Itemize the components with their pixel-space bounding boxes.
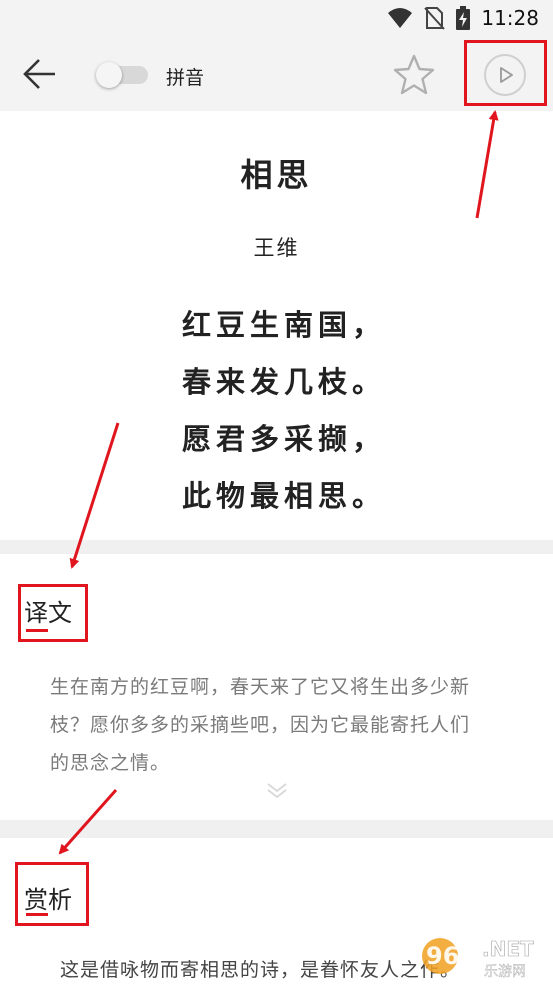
poem-line: 红豆生南国， <box>182 308 387 342</box>
poem-line: 此物最相思。 <box>182 479 387 513</box>
poem-line: 愿君多采撷， <box>182 422 387 456</box>
wifi-icon <box>388 8 413 28</box>
svg-text:乐游网: 乐游网 <box>484 964 526 980</box>
section-divider <box>0 820 553 838</box>
status-bar: 11:28 <box>0 0 553 36</box>
translation-line: 生在南方的红豆啊，春天来了它又将生出多少新 <box>50 676 471 698</box>
appreciation-text: 这是借咏物而寄相思的诗，是眷怀友人之作。 <box>60 959 461 981</box>
status-icons: 11:28 <box>387 6 539 30</box>
no-sim-icon <box>424 7 446 30</box>
svg-text:.NET: .NET <box>482 937 534 961</box>
translation-text: 生在南方的红豆啊，春天来了它又将生出多少新 枝？愿你多多的采摘些吧，因为它最能寄… <box>50 668 520 782</box>
site-watermark: 962 .NET 乐游网 <box>420 930 553 983</box>
svg-text:962: 962 <box>426 942 476 970</box>
section-divider <box>0 540 553 554</box>
translation-line: 的思念之情。 <box>50 752 171 774</box>
toggle-knob <box>96 62 122 88</box>
chevron-down-icon <box>267 783 287 799</box>
pinyin-label: 拼音 <box>166 67 205 89</box>
expand-chevron[interactable] <box>262 780 292 800</box>
toolbar: 拼音 <box>0 36 553 111</box>
play-icon <box>500 67 513 83</box>
play-audio-button[interactable] <box>484 54 526 96</box>
appreciation-title[interactable]: 赏析 <box>24 880 72 915</box>
appreciation-title-underline <box>26 913 48 916</box>
translation-title[interactable]: 译文 <box>24 593 72 628</box>
watermark-logo: 962 .NET 乐游网 <box>422 937 534 980</box>
back-arrow-icon <box>23 59 55 89</box>
status-time: 11:28 <box>481 6 539 30</box>
poem-line: 春来发几枝。 <box>182 365 387 399</box>
favorite-button[interactable] <box>392 54 436 96</box>
pinyin-toggle[interactable] <box>96 62 150 88</box>
poem-body: 红豆生南国， 春来发几枝。 愿君多采撷， 此物最相思。 <box>182 297 386 525</box>
star-icon <box>393 54 435 95</box>
battery-charging-icon <box>456 6 471 30</box>
poem-author: 王维 <box>253 236 300 260</box>
poem-title: 相思 <box>240 156 313 194</box>
translation-title-underline <box>26 629 48 632</box>
back-button[interactable] <box>22 56 58 92</box>
translation-line: 枝？愿你多多的采摘些吧，因为它最能寄托人们 <box>50 714 471 736</box>
